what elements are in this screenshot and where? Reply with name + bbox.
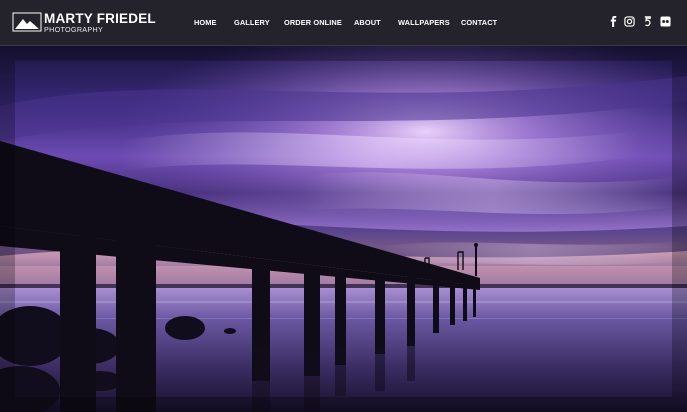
instagram-icon: [624, 16, 635, 27]
500px-link[interactable]: [642, 16, 653, 28]
main-nav: HOME GALLERY ORDER ONLINE ABOUT WALLPAPE…: [0, 0, 687, 46]
instagram-link[interactable]: [624, 16, 635, 28]
flickr-link[interactable]: [660, 16, 671, 28]
nav-gallery[interactable]: GALLERY: [234, 18, 270, 27]
nav-contact[interactable]: CONTACT: [461, 18, 497, 27]
nav-wallpapers[interactable]: WALLPAPERS: [398, 18, 450, 27]
nav-about[interactable]: ABOUT: [354, 18, 381, 27]
500px-icon: [644, 16, 651, 27]
pier-photo: [0, 46, 687, 412]
site-header: MARTY FRIEDEL PHOTOGRAPHY HOME GALLERY O…: [0, 0, 687, 46]
nav-order-online[interactable]: ORDER ONLINE: [284, 18, 342, 27]
flickr-icon: [660, 16, 671, 27]
hero-image: [0, 46, 687, 412]
facebook-link[interactable]: [608, 16, 619, 28]
facebook-icon: [610, 16, 617, 27]
nav-home[interactable]: HOME: [194, 18, 217, 27]
